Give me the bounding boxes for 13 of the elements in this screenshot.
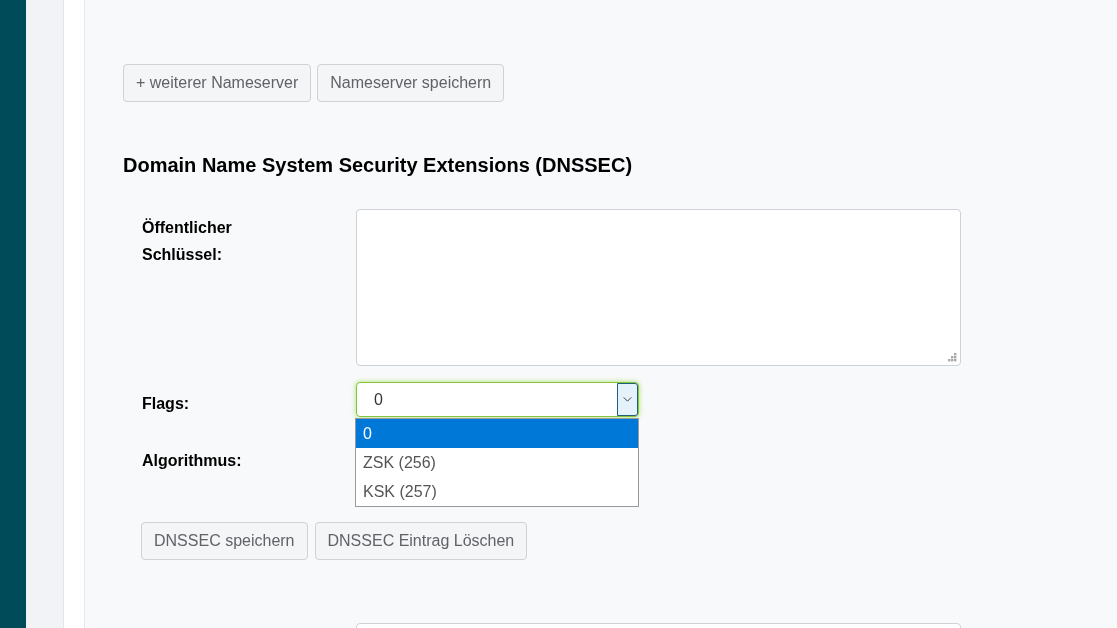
dropdown-option[interactable]: 0 — [356, 419, 638, 448]
field-label: Algorithmus: — [142, 451, 243, 471]
resize-grip-icon[interactable] — [948, 353, 957, 362]
field-label: Öffentlicher Schlüssel: — [142, 217, 233, 265]
form-button[interactable]: + weiterer Nameserver — [123, 64, 312, 102]
flags-select[interactable]: 0 — [356, 382, 639, 417]
chevron-down-icon[interactable] — [617, 383, 638, 416]
form-button[interactable]: DNSSEC speichern — [141, 522, 308, 560]
textarea-field[interactable] — [356, 209, 961, 366]
field-label: Flags: — [142, 394, 191, 414]
section-heading: Domain Name System Security Extensions (DNSSEC) — [123, 153, 633, 177]
form-button[interactable]: Nameserver speichern — [317, 64, 505, 102]
form-button[interactable]: DNSSEC Eintrag Löschen — [314, 522, 528, 560]
